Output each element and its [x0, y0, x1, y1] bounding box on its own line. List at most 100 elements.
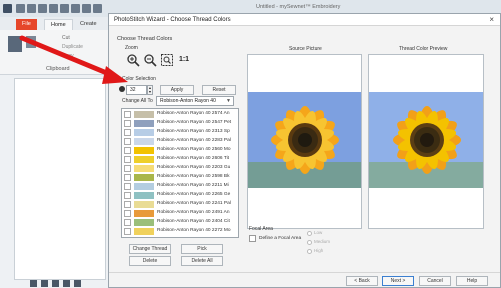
define-focal-area-checkbox[interactable] [249, 235, 256, 242]
undo-icon[interactable] [60, 4, 69, 13]
redo-icon[interactable] [71, 4, 80, 13]
tab-file[interactable]: File [16, 19, 37, 30]
zoom-out-button[interactable] [142, 52, 157, 67]
focal-high-label: High [314, 248, 324, 253]
cut-label: Cut [62, 35, 70, 41]
clipboard-group-label: Clipboard [46, 66, 70, 72]
change-all-to-select[interactable]: Robison-Anton Rayon 40 ▼ [156, 96, 234, 106]
thread-row[interactable]: Robison-Anton Rayon 40 2313 Sp [122, 128, 238, 137]
new-icon[interactable] [16, 4, 25, 13]
thread-checkbox[interactable] [124, 120, 131, 127]
thread-row[interactable]: Robison-Anton Rayon 40 2283 Pal [122, 137, 238, 146]
layer-icon[interactable] [74, 280, 81, 287]
thread-checkbox[interactable] [124, 129, 131, 136]
palette-icon [119, 86, 125, 92]
save-icon[interactable] [38, 4, 47, 13]
thread-color-list[interactable]: Robison-Anton Rayon 40 2574 An Robison-An… [121, 108, 239, 238]
photostitch-wizard-dialog: PhotoStitch Wizard - Choose Thread Color… [108, 13, 501, 288]
zoom-in-button[interactable] [125, 52, 140, 67]
thread-row[interactable]: Robison-Anton Rayon 40 2265 Ge [122, 191, 238, 200]
thread-checkbox[interactable] [124, 111, 131, 118]
zoom-fit-icon [161, 54, 173, 66]
color-count-input[interactable]: 32 [126, 85, 147, 95]
footer-divider [109, 272, 500, 273]
thread-checkbox[interactable] [124, 156, 131, 163]
pick-button[interactable]: Pick [181, 244, 223, 254]
thread-color-swatch [134, 219, 154, 226]
move-bottom-icon[interactable] [63, 280, 70, 287]
app-logo-icon [3, 4, 12, 13]
customize-icon[interactable] [93, 4, 102, 13]
focal-medium-radio[interactable] [307, 240, 312, 245]
move-top-icon[interactable] [52, 280, 59, 287]
apply-button[interactable]: Apply [160, 85, 194, 95]
thread-color-swatch [134, 174, 154, 181]
thread-checkbox[interactable] [124, 201, 131, 208]
source-picture-frame [247, 54, 362, 229]
focal-high-radio[interactable] [307, 249, 312, 254]
thread-label: Robison-Anton Rayon 40 2404 Cit [157, 219, 230, 224]
cancel-button[interactable]: Cancel [419, 276, 451, 286]
thread-checkbox[interactable] [124, 165, 131, 172]
thread-checkbox[interactable] [124, 210, 131, 217]
thread-row[interactable]: Robison-Anton Rayon 40 2547 Pet [122, 119, 238, 128]
thread-label: Robison-Anton Rayon 40 2283 Pal [157, 138, 231, 143]
thread-row[interactable]: Robison-Anton Rayon 40 2404 Cit [122, 218, 238, 227]
thread-color-swatch [134, 120, 154, 127]
zoom-in-icon [127, 54, 140, 67]
app-title: Untitled - mySewnet™ Embroidery [256, 4, 341, 10]
thread-label: Robison-Anton Rayon 40 2598 Bk [157, 174, 230, 179]
move-down-icon[interactable] [41, 280, 48, 287]
change-thread-button[interactable]: Change Thread [129, 244, 171, 254]
zoom-actual-size-button[interactable]: 1:1 [177, 52, 191, 66]
delete-button[interactable]: Delete [129, 256, 171, 266]
thread-checkbox[interactable] [124, 219, 131, 226]
thread-checkbox[interactable] [124, 138, 131, 145]
next-button[interactable]: Next > [382, 276, 414, 286]
sunflower-preview-image [369, 92, 483, 188]
print-icon[interactable] [49, 4, 58, 13]
thread-label: Robison-Anton Rayon 40 2241 Pal [157, 201, 231, 206]
thread-row[interactable]: Robison-Anton Rayon 40 2606 Tit [122, 155, 238, 164]
thread-row[interactable]: Robison-Anton Rayon 40 2203 Gu [122, 164, 238, 173]
delete-all-button[interactable]: Delete All [181, 256, 223, 266]
reset-button[interactable]: Reset [202, 85, 236, 95]
help-button[interactable]: Help [456, 276, 488, 286]
tab-home[interactable]: Home [44, 19, 73, 30]
choose-thread-colors-heading: Choose Thread Colors [117, 36, 173, 42]
close-icon[interactable]: × [489, 15, 494, 24]
thread-color-swatch [134, 192, 154, 199]
thread-checkbox[interactable] [124, 174, 131, 181]
thread-checkbox[interactable] [124, 147, 131, 154]
zoom-to-fit-button[interactable] [159, 52, 173, 66]
chevron-down-icon: ▼ [226, 98, 231, 104]
thread-preview-frame [368, 54, 484, 229]
color-count-spinner[interactable]: ▲ ▼ [147, 85, 153, 95]
thread-row[interactable]: Robison-Anton Rayon 40 2598 Bk [122, 173, 238, 182]
thread-row[interactable]: Robison-Anton Rayon 40 2491 An [122, 209, 238, 218]
paste-icon[interactable] [8, 36, 22, 52]
export-icon[interactable] [82, 4, 91, 13]
tab-create[interactable]: Create [74, 19, 103, 30]
thread-preview-picture [369, 92, 483, 188]
thread-preview-label: Thread Color Preview [399, 46, 448, 52]
back-button[interactable]: < Back [346, 276, 378, 286]
source-picture [248, 92, 361, 188]
open-icon[interactable] [27, 4, 36, 13]
thread-row[interactable]: Robison-Anton Rayon 40 2211 Mi [122, 182, 238, 191]
cut-icon[interactable] [26, 36, 36, 48]
thread-checkbox[interactable] [124, 228, 131, 235]
thread-row[interactable]: Robison-Anton Rayon 40 2272 Mo [122, 227, 238, 236]
zoom-label: Zoom [125, 45, 138, 51]
focal-low-radio[interactable] [307, 231, 312, 236]
thread-row[interactable]: Robison-Anton Rayon 40 2574 An [122, 110, 238, 119]
move-up-icon[interactable] [30, 280, 37, 287]
thread-checkbox[interactable] [124, 192, 131, 199]
thread-label: Robison-Anton Rayon 40 2265 Ge [157, 192, 231, 197]
thread-row[interactable]: Robison-Anton Rayon 40 2560 Mo [122, 146, 238, 155]
thread-color-swatch [134, 111, 154, 118]
thread-row[interactable]: Robison-Anton Rayon 40 2241 Pal [122, 200, 238, 209]
dialog-titlebar: PhotoStitch Wizard - Choose Thread Color… [109, 14, 500, 26]
thread-checkbox[interactable] [124, 183, 131, 190]
design-panel[interactable] [14, 78, 106, 280]
